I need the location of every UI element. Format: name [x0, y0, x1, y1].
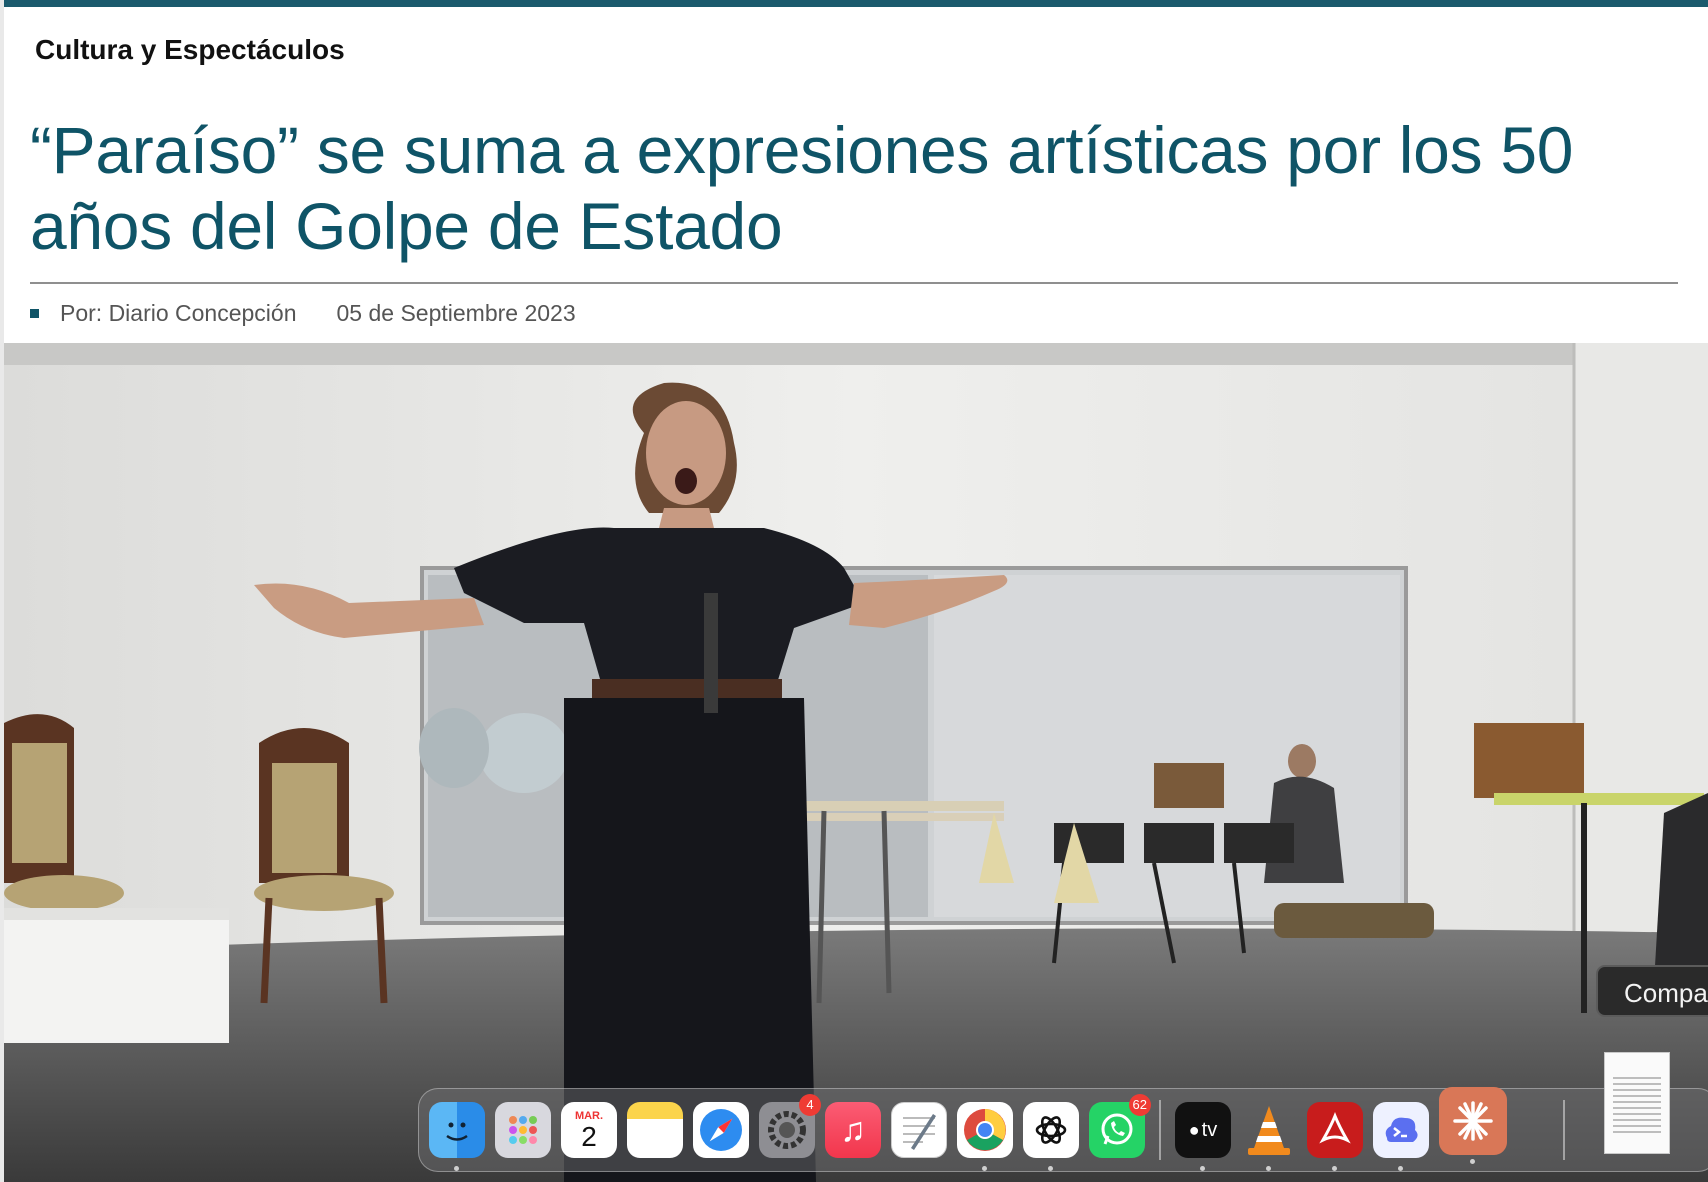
apple-tv-icon[interactable]: ● tv	[1175, 1102, 1231, 1171]
whatsapp-badge: 62	[1128, 1094, 1151, 1116]
running-indicator	[1470, 1159, 1475, 1164]
finder-icon[interactable]	[429, 1102, 485, 1171]
running-indicator	[454, 1166, 459, 1171]
settings-badge: 4	[799, 1094, 821, 1116]
chrome-icon[interactable]	[957, 1102, 1013, 1171]
vlc-icon[interactable]	[1241, 1102, 1297, 1171]
chatgpt-icon[interactable]	[1023, 1102, 1079, 1171]
notes-icon[interactable]	[627, 1102, 683, 1158]
prompt-cloud-icon	[1385, 1117, 1418, 1142]
meta-bullet-icon	[30, 309, 39, 318]
running-indicator	[1048, 1166, 1053, 1171]
running-indicator	[1200, 1166, 1205, 1171]
apple-logo-icon: ●	[1188, 1119, 1200, 1140]
launchpad-grid-icon	[509, 1116, 537, 1144]
chrome-logo-icon	[964, 1109, 1006, 1151]
traffic-cone-icon	[1248, 1106, 1290, 1155]
music-icon[interactable]: ♫	[825, 1102, 881, 1158]
running-indicator	[1398, 1166, 1403, 1171]
calendar-icon[interactable]: MAR. 2	[561, 1102, 617, 1158]
pen-and-paper-icon	[903, 1114, 936, 1150]
article-date: 05 de Septiembre 2023	[336, 300, 576, 326]
system-settings-icon[interactable]: 4	[759, 1094, 821, 1158]
article-meta: Por: Diario Concepción 05 de Septiembre …	[30, 300, 576, 327]
whatsapp-icon[interactable]: 62	[1089, 1094, 1151, 1158]
sunburst-icon	[1453, 1101, 1493, 1141]
dock-separator	[1563, 1100, 1565, 1160]
top-accent-bar	[0, 0, 1708, 7]
tv-label: tv	[1201, 1118, 1218, 1141]
openai-knot-icon	[1035, 1116, 1067, 1144]
textedit-icon[interactable]	[891, 1102, 947, 1158]
macos-dock: MAR. 2 4 ♫ 62 ● tv	[418, 1087, 1708, 1172]
rehearsal-photo-illustration	[4, 343, 1708, 1182]
acrobat-icon[interactable]	[1307, 1102, 1363, 1171]
running-indicator	[1332, 1166, 1337, 1171]
section-label[interactable]: Cultura y Espectáculos	[35, 34, 345, 66]
running-indicator	[982, 1166, 987, 1171]
dock-separator	[1159, 1100, 1161, 1160]
acrobat-logo-icon	[1319, 1112, 1351, 1144]
compass-icon	[700, 1109, 742, 1151]
phone-bubble-icon	[1101, 1113, 1133, 1145]
finder-face-icon	[446, 1122, 468, 1141]
calendar-day: 2	[581, 1121, 597, 1152]
claude-icon[interactable]	[1439, 1087, 1507, 1164]
running-indicator	[1266, 1166, 1271, 1171]
launchpad-icon[interactable]	[495, 1102, 551, 1158]
gear-icon	[768, 1111, 806, 1149]
article-photo	[4, 343, 1708, 1182]
dock-tooltip: Compa	[1596, 965, 1708, 1017]
headline-divider	[30, 282, 1678, 284]
safari-icon[interactable]	[693, 1102, 749, 1158]
recent-document-icon[interactable]	[1604, 1052, 1670, 1154]
article-author: Por: Diario Concepción	[60, 300, 297, 326]
article-headline: “Paraíso” se suma a expresiones artístic…	[30, 113, 1574, 263]
terminal-app-icon[interactable]	[1373, 1102, 1429, 1171]
